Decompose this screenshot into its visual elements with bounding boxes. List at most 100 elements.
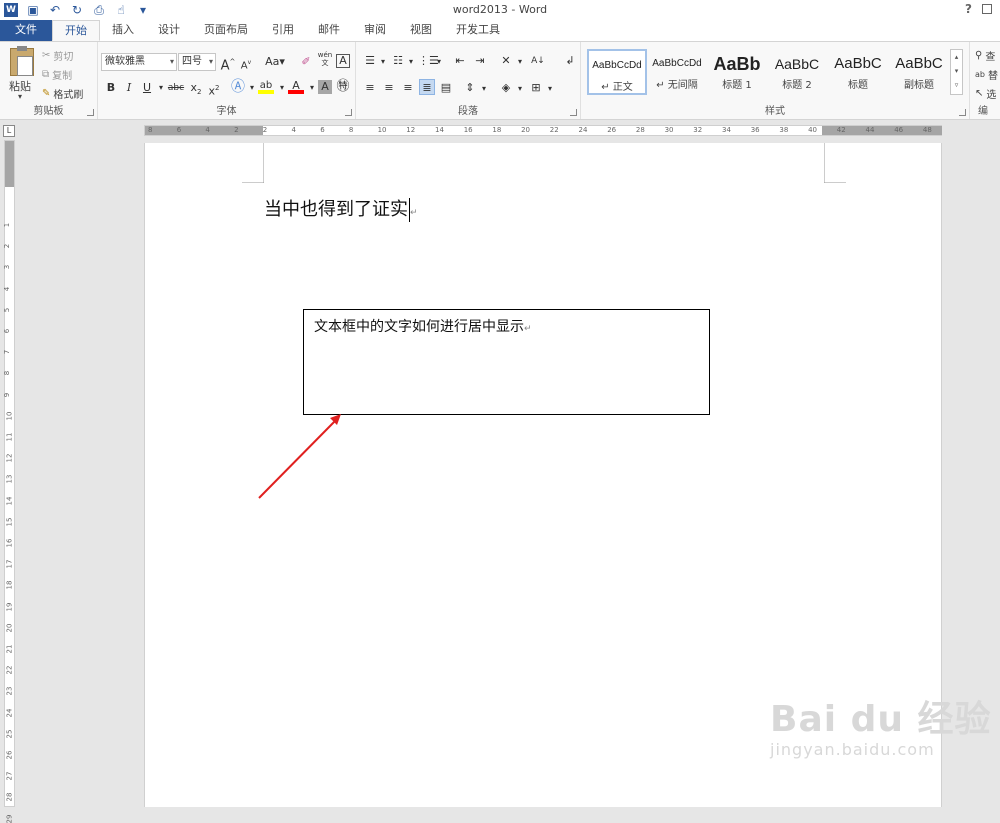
ruler-tick-label: 40 (808, 126, 818, 134)
ribbon-tabs: 文件 开始 插入 设计 页面布局 引用 邮件 审阅 视图 开发工具 (0, 20, 1000, 41)
tab-design[interactable]: 设计 (146, 20, 192, 41)
cut-button[interactable]: ✂ 剪切 (42, 48, 73, 63)
styles-group: AaBbCcDd ↵ 正文 AaBbCcDd ↵ 无间隔 AaBb 标题 1 A… (581, 42, 970, 119)
customize-qat-icon[interactable]: ▾ (136, 3, 150, 17)
superscript-icon[interactable]: x2 (206, 80, 222, 98)
styles-launcher-icon[interactable] (959, 109, 966, 116)
ruler-tick-label: 3 (3, 265, 12, 270)
chinese-layout-dropdown-icon[interactable]: ▾ (512, 54, 528, 70)
grow-font-icon[interactable]: A^ (220, 54, 236, 73)
distributed-icon[interactable]: ▤ (438, 80, 454, 96)
show-marks-icon[interactable]: ↲ (562, 53, 578, 69)
enclose-chars-icon[interactable]: ㊕ (335, 79, 351, 95)
select-label: 选 (986, 90, 997, 101)
text-box-content[interactable]: 文本框中的文字如何进行居中显示↵ (314, 316, 532, 336)
ruler-tick-label: 18 (5, 580, 14, 590)
tab-file[interactable]: 文件 (0, 20, 52, 41)
touch-mode-icon[interactable]: ☝ (114, 3, 128, 17)
word-logo-icon[interactable]: W (4, 3, 18, 17)
line-spacing-dropdown-icon[interactable]: ▾ (476, 81, 492, 97)
text-box[interactable]: 文本框中的文字如何进行居中显示↵ (303, 309, 710, 415)
font-color-icon[interactable]: A (288, 78, 304, 94)
tab-review[interactable]: 审阅 (352, 20, 398, 41)
italic-icon[interactable]: I (121, 80, 137, 96)
tab-references[interactable]: 引用 (260, 20, 306, 41)
ruler-tick-label: 26 (607, 126, 617, 134)
select-button[interactable]: ↖ 选 (975, 86, 996, 101)
copy-button[interactable]: ⧉ 复制 (42, 67, 72, 82)
style-sample: AaBbC (895, 55, 943, 72)
ruler-tick-label: 30 (664, 126, 674, 134)
sort-icon[interactable]: A↓ (530, 53, 546, 69)
ruler-tick-label: 8 (3, 371, 12, 376)
multilevel-dropdown-icon[interactable]: ▾ (431, 54, 447, 70)
redo-icon[interactable]: ↻ (70, 3, 84, 17)
style-subtitle[interactable]: AaBbC 副标题 (889, 49, 949, 95)
style-sample: AaBb (713, 54, 761, 74)
tab-insert[interactable]: 插入 (100, 20, 146, 41)
change-case-icon[interactable]: Aa▾ (262, 54, 288, 70)
tab-home[interactable]: 开始 (52, 20, 100, 41)
tab-view[interactable]: 视图 (398, 20, 444, 41)
phonetic-guide-icon[interactable]: wén 文 (317, 51, 333, 67)
char-shading-icon[interactable]: A (318, 80, 332, 94)
style-sample: AaBbC (774, 56, 820, 72)
paragraph-group: ☰ ▾ ☷ ▾ ⋮☰ ▾ ⇤ ⇥ ✕ ▾ A↓ ↲ ≡ ≡ ≡ ≣ ▤ ⇕ ▾ … (356, 42, 581, 119)
tab-selector[interactable]: L (3, 125, 15, 137)
ruler-tick-label: 16 (5, 538, 14, 548)
restore-icon[interactable] (982, 4, 992, 14)
horizontal-ruler[interactable]: 8 6 4 2 2 4 6 8 10 12 14 16 18 20 22 24 26 28 30 32 34 36 38 40… (144, 125, 942, 136)
clipboard-launcher-icon[interactable] (87, 109, 94, 116)
print-preview-icon[interactable]: ⎙ (92, 3, 106, 17)
styles-gallery-scroll[interactable]: ▴ ▾ ▿ (950, 49, 963, 95)
style-normal[interactable]: AaBbCcDd ↵ 正文 (587, 49, 647, 95)
tab-mailings[interactable]: 邮件 (306, 20, 352, 41)
style-name: ↵ 正文 (601, 82, 633, 93)
find-button[interactable]: ⚲ 查 (975, 48, 995, 63)
watermark-logo-text: Bai du 经验 (770, 699, 992, 740)
borders-dropdown-icon[interactable]: ▾ (542, 81, 558, 97)
ruler-tick-label: 8 (148, 126, 153, 134)
shrink-font-icon[interactable]: Av (238, 55, 254, 71)
align-center-icon[interactable]: ≡ (381, 80, 397, 96)
paragraph-launcher-icon[interactable] (570, 109, 577, 116)
style-sample: AaBbC (834, 55, 882, 72)
replace-button[interactable]: ab 替 (975, 67, 998, 82)
ribbon-home: 粘贴 ▾ ✂ 剪切 ⧉ 复制 ✎ 格式刷 剪贴板 微软雅黑 ▾ 四号 ▾ A^ Av Aa… (0, 41, 1000, 120)
increase-indent-icon[interactable]: ⇥ (472, 53, 488, 69)
ruler-tick-label: 23 (5, 686, 14, 696)
font-size-select[interactable]: 四号 ▾ (178, 53, 216, 71)
document-heading[interactable]: 当中也得到了证实 ↵ (264, 195, 418, 222)
tab-developer[interactable]: 开发工具 (444, 20, 512, 41)
align-left-icon[interactable]: ≡ (362, 80, 378, 96)
tab-page-layout[interactable]: 页面布局 (192, 20, 260, 41)
decrease-indent-icon[interactable]: ⇤ (452, 53, 468, 69)
paragraph-mark: ↵ (410, 208, 418, 218)
save-icon[interactable]: ▣ (26, 3, 40, 17)
style-heading-2[interactable]: AaBbC 标题 2 (767, 49, 827, 95)
font-name-select[interactable]: 微软雅黑 ▾ (101, 53, 177, 71)
format-painter-button[interactable]: ✎ 格式刷 (42, 86, 83, 101)
phonetic-label: wén (317, 51, 333, 59)
bullets-dropdown-icon[interactable]: ▾ (375, 54, 391, 70)
numbering-dropdown-icon[interactable]: ▾ (403, 54, 419, 70)
ruler-tick-label: 6 (3, 328, 12, 334)
clear-formatting-icon[interactable]: ✐ (298, 54, 314, 70)
shading-dropdown-icon[interactable]: ▾ (512, 81, 528, 97)
font-launcher-icon[interactable] (345, 109, 352, 116)
strikethrough-icon[interactable]: abc (166, 80, 186, 96)
undo-icon[interactable]: ↶ (48, 3, 62, 17)
subscript-icon[interactable]: x2 (188, 80, 204, 96)
vertical-ruler[interactable]: 1 2 3 4 5 6 7 8 9 10 11 12 13 14 15 16 17 18 19 20 21 22 23 24 2… (3, 140, 15, 823)
style-title[interactable]: AaBbC 标题 (828, 49, 888, 95)
style-heading-1[interactable]: AaBb 标题 1 (707, 49, 767, 95)
paste-dropdown-icon[interactable]: ▾ (18, 92, 22, 101)
highlight-icon[interactable]: ab (258, 78, 274, 94)
heading-text: 当中也得到了证实 (264, 199, 408, 220)
help-button[interactable]: ? (965, 2, 972, 16)
style-no-spacing[interactable]: AaBbCcDd ↵ 无间隔 (647, 49, 707, 95)
char-border-icon[interactable]: A (336, 54, 350, 68)
align-right-icon[interactable]: ≡ (400, 80, 416, 96)
justify-icon[interactable]: ≣ (419, 79, 435, 95)
bold-icon[interactable]: B (103, 80, 119, 96)
